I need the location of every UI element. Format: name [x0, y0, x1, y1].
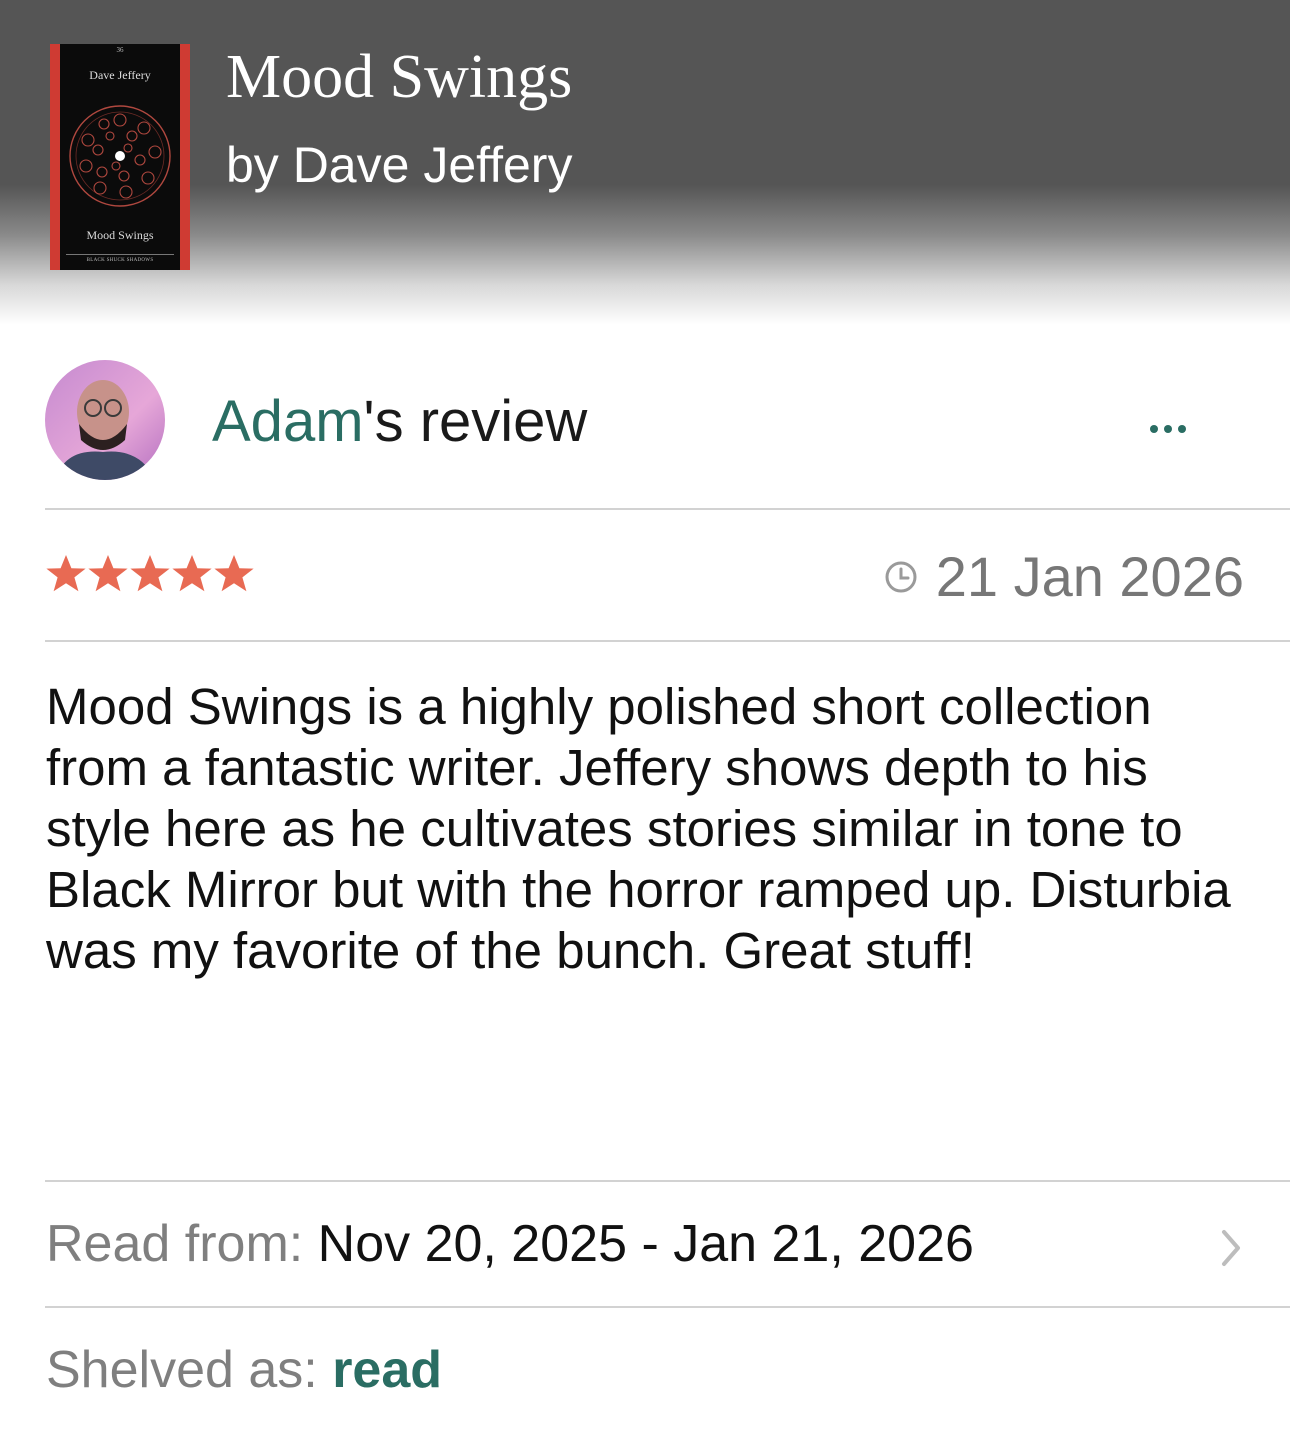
more-options-button[interactable]	[1138, 404, 1198, 454]
star-icon	[214, 555, 254, 592]
read-dates-row[interactable]: Read from: Nov 20, 2025 - Jan 21, 2026	[46, 1214, 974, 1274]
cover-title: Mood Swings	[86, 228, 154, 242]
divider	[45, 1306, 1290, 1308]
divider	[45, 1180, 1290, 1182]
divider	[45, 508, 1290, 510]
clock-icon	[885, 561, 917, 592]
more-dot	[1178, 425, 1186, 433]
star-rating	[45, 553, 255, 595]
book-title[interactable]: Mood Swings	[226, 42, 572, 113]
book-author[interactable]: by Dave Jeffery	[226, 136, 572, 194]
star-icon	[130, 555, 170, 592]
divider	[45, 640, 1290, 642]
review-heading: Adam's review	[212, 388, 587, 455]
reviewer-avatar[interactable]	[45, 360, 165, 480]
book-cover-art: 36 Dave Jeffery Mood Swings BLACK SHUCK …	[60, 44, 180, 270]
cover-spiral-art	[69, 105, 171, 207]
shelf-label: Shelved as:	[46, 1341, 333, 1399]
cover-publisher: BLACK SHUCK SHADOWS	[86, 258, 154, 263]
read-dates-value: Nov 20, 2025 - Jan 21, 2026	[317, 1215, 974, 1273]
book-header: 36 Dave Jeffery Mood Swings BLACK SHUCK …	[0, 0, 1290, 330]
review-page: 36 Dave Jeffery Mood Swings BLACK SHUCK …	[0, 0, 1290, 1432]
shelf-link[interactable]: read	[332, 1341, 442, 1399]
review-body: Mood Swings is a highly polished short c…	[46, 678, 1231, 979]
star-icon	[46, 555, 86, 592]
cover-author: Dave Jeffery	[89, 68, 151, 82]
shelf-row: Shelved as: read	[46, 1340, 442, 1400]
review-heading-suffix: 's review	[363, 389, 588, 454]
reviewer-name-link[interactable]: Adam	[212, 389, 364, 454]
more-horizontal-icon	[1150, 425, 1158, 433]
review-date-text: 21 Jan 2026	[935, 545, 1244, 608]
chevron-right-icon[interactable]	[1216, 1226, 1246, 1270]
star-icon	[88, 555, 128, 592]
cover-number: 36	[116, 46, 124, 54]
review-date: 21 Jan 2026	[884, 544, 1244, 609]
avatar-photo	[45, 360, 165, 480]
book-cover[interactable]: 36 Dave Jeffery Mood Swings BLACK SHUCK …	[50, 44, 190, 270]
read-dates-label: Read from:	[46, 1215, 318, 1273]
star-icon	[172, 555, 212, 592]
more-dot	[1164, 425, 1172, 433]
cover-divider	[66, 254, 174, 255]
